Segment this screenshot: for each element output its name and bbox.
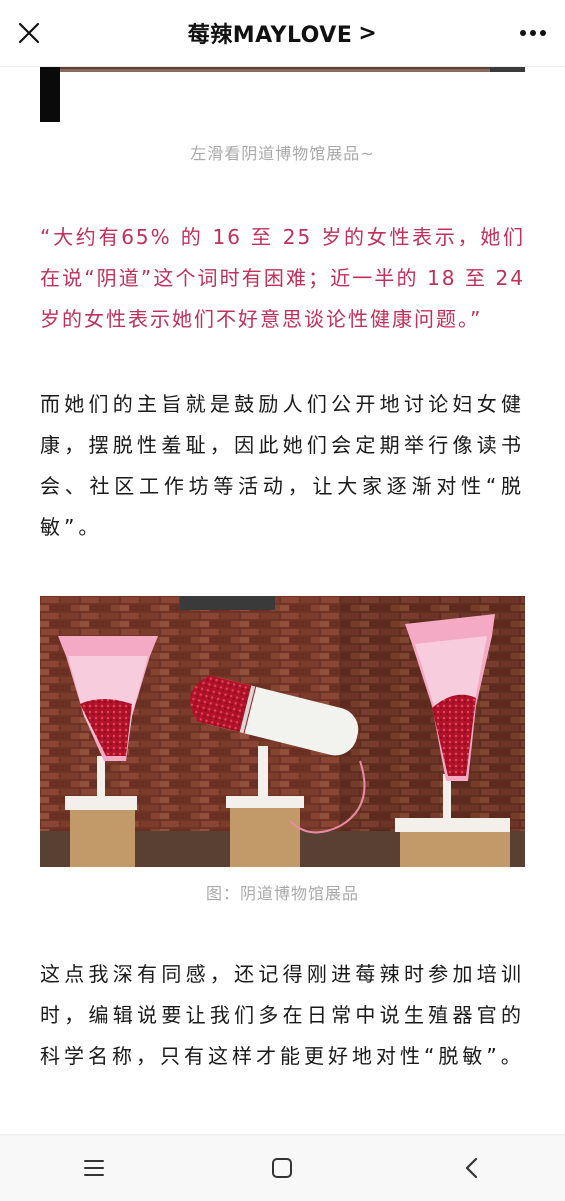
chevron-right-icon: > [358, 20, 378, 46]
paragraph: 这点我深有同感，还记得刚进莓辣时参加培训时，编辑说要让我们多在日常中说生殖器官的… [40, 962, 525, 1068]
home-square-icon [272, 1158, 293, 1178]
menu-icon [84, 1160, 105, 1176]
account-title: 莓辣MAYLOVE [187, 23, 353, 48]
paragraph: 而她们的主旨就是鼓励人们公开地讨论妇女健康，摆脱性羞耻，因此她们会定期举行像读书… [40, 392, 525, 539]
close-icon [18, 22, 40, 44]
back-chevron-icon [465, 1157, 477, 1179]
gallery-image-top[interactable] [40, 66, 525, 122]
museum-exhibit-image[interactable] [40, 596, 525, 867]
recent-apps-button[interactable] [64, 1148, 124, 1188]
close-button[interactable] [14, 18, 44, 48]
system-nav-bar [0, 1134, 565, 1201]
home-button[interactable] [252, 1148, 312, 1188]
image-caption: 左滑看阴道博物馆展品~ [190, 144, 375, 163]
article-content[interactable]: 左滑看阴道博物馆展品~ “大约有65% 的 16 至 25 岁的女性表示，她们在… [0, 66, 565, 1134]
back-button[interactable] [441, 1148, 501, 1188]
image-caption: 图：阴道博物馆展品 [205, 884, 359, 903]
account-title-link[interactable]: 莓辣MAYLOVE > [188, 17, 378, 49]
quote-text: “大约有65% 的 16 至 25 岁的女性表示，她们在说“阴道”这个词时有困难… [40, 225, 525, 331]
top-bar: 莓辣MAYLOVE > [0, 0, 565, 67]
more-button[interactable] [515, 18, 551, 48]
more-dots-icon [520, 30, 546, 36]
